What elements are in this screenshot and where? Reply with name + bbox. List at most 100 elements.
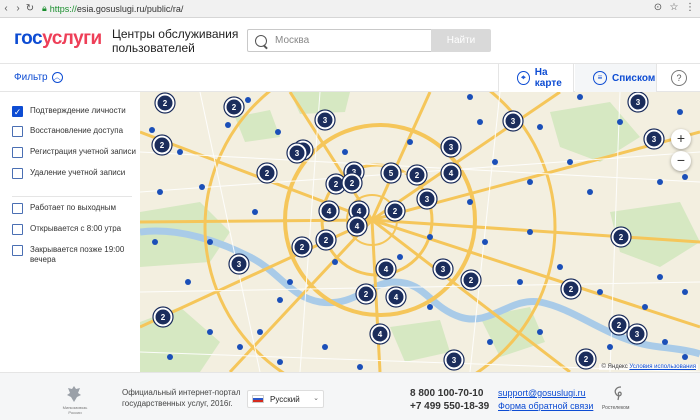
office-point-marker[interactable] [245, 97, 251, 103]
help-button[interactable]: ? [671, 70, 687, 86]
office-point-marker[interactable] [237, 344, 243, 350]
office-cluster-marker[interactable]: 3 [286, 142, 308, 164]
reload-icon[interactable]: ↻ [24, 2, 36, 16]
office-point-marker[interactable] [427, 304, 433, 310]
office-point-marker[interactable] [252, 209, 258, 215]
office-cluster-marker[interactable]: 4 [369, 323, 391, 345]
office-point-marker[interactable] [577, 94, 583, 100]
office-cluster-marker[interactable]: 2 [384, 200, 406, 222]
filter-opens-8am[interactable]: Открывается с 8:00 утра [12, 224, 140, 235]
filter-closes-after-19[interactable]: Закрывается позже 19:00 вечера [12, 245, 140, 265]
forward-icon[interactable]: › [12, 2, 24, 16]
office-point-marker[interactable] [185, 279, 191, 285]
office-point-marker[interactable] [277, 359, 283, 365]
office-cluster-marker[interactable]: 4 [440, 162, 462, 184]
office-point-marker[interactable] [477, 119, 483, 125]
office-point-marker[interactable] [492, 159, 498, 165]
tab-list[interactable]: ≡ Списком [575, 64, 657, 92]
checkbox[interactable] [12, 224, 23, 235]
menu-icon[interactable]: ⋮ [684, 2, 696, 14]
office-cluster-marker[interactable]: 2 [291, 236, 313, 258]
office-cluster-marker[interactable]: 2 [152, 306, 174, 328]
office-point-marker[interactable] [277, 297, 283, 303]
office-point-marker[interactable] [517, 279, 523, 285]
back-icon[interactable]: ‹ [0, 2, 12, 16]
office-point-marker[interactable] [527, 229, 533, 235]
filter-account-registration[interactable]: Регистрация учетной записи [12, 147, 140, 158]
office-cluster-marker[interactable]: 2 [406, 164, 428, 186]
office-point-marker[interactable] [487, 339, 493, 345]
office-cluster-marker[interactable]: 3 [432, 258, 454, 280]
office-point-marker[interactable] [167, 354, 173, 360]
search-field[interactable] [247, 29, 433, 52]
office-point-marker[interactable] [427, 234, 433, 240]
office-point-marker[interactable] [342, 149, 348, 155]
office-point-marker[interactable] [597, 289, 603, 295]
office-cluster-marker[interactable]: 4 [375, 258, 397, 280]
office-point-marker[interactable] [467, 94, 473, 100]
support-email-link[interactable]: support@gosuslugi.ru [498, 387, 593, 400]
gosuslugi-logo[interactable]: госуслуги [14, 28, 102, 50]
office-point-marker[interactable] [407, 139, 413, 145]
location-icon[interactable]: ⊙ [652, 2, 664, 14]
office-point-marker[interactable] [357, 364, 363, 370]
filter-account-deletion[interactable]: Удаление учетной записи [12, 168, 140, 179]
bookmark-star-icon[interactable]: ☆ [668, 2, 680, 14]
office-cluster-marker[interactable]: 3 [626, 323, 648, 345]
office-cluster-marker[interactable]: 2 [608, 314, 630, 336]
checkbox[interactable] [12, 147, 23, 158]
map-view[interactable]: 22232232352432234424223432424333322223 +… [140, 92, 700, 372]
checkbox[interactable] [12, 168, 23, 179]
office-cluster-marker[interactable]: 2 [341, 172, 363, 194]
office-point-marker[interactable] [682, 354, 688, 360]
office-cluster-marker[interactable]: 2 [355, 283, 377, 305]
office-cluster-marker[interactable]: 2 [560, 278, 582, 300]
tab-map[interactable]: ⌖ На карте [498, 64, 574, 92]
phone-2[interactable]: +7 499 550-18-39 [410, 400, 489, 413]
office-cluster-marker[interactable]: 2 [610, 226, 632, 248]
filter-weekends[interactable]: Работает по выходным [12, 203, 140, 214]
checkbox[interactable] [12, 203, 23, 214]
office-cluster-marker[interactable]: 3 [443, 349, 465, 371]
office-point-marker[interactable] [617, 119, 623, 125]
office-cluster-marker[interactable]: 2 [154, 92, 176, 114]
office-point-marker[interactable] [199, 184, 205, 190]
office-point-marker[interactable] [152, 239, 158, 245]
office-point-marker[interactable] [225, 122, 231, 128]
office-cluster-marker[interactable]: 3 [228, 253, 250, 275]
zoom-out-button[interactable]: − [671, 151, 691, 171]
zoom-in-button[interactable]: + [671, 129, 691, 149]
filter-identity-verification[interactable]: ✓ Подтверждение личности [12, 106, 140, 117]
office-point-marker[interactable] [332, 259, 338, 265]
office-point-marker[interactable] [682, 174, 688, 180]
office-cluster-marker[interactable]: 3 [314, 109, 336, 131]
office-point-marker[interactable] [677, 109, 683, 115]
office-point-marker[interactable] [537, 329, 543, 335]
filter-access-recovery[interactable]: Восстановление доступа [12, 126, 140, 137]
office-point-marker[interactable] [642, 304, 648, 310]
phone-1[interactable]: 8 800 100-70-10 [410, 387, 489, 400]
office-point-marker[interactable] [257, 329, 263, 335]
office-point-marker[interactable] [567, 159, 573, 165]
office-point-marker[interactable] [287, 279, 293, 285]
office-point-marker[interactable] [607, 344, 613, 350]
office-cluster-marker[interactable]: 2 [151, 134, 173, 156]
office-cluster-marker[interactable]: 2 [315, 229, 337, 251]
office-cluster-marker[interactable]: 2 [460, 269, 482, 291]
office-point-marker[interactable] [177, 149, 183, 155]
office-point-marker[interactable] [482, 239, 488, 245]
office-cluster-marker[interactable]: 4 [346, 215, 368, 237]
office-cluster-marker[interactable]: 3 [643, 128, 665, 150]
office-point-marker[interactable] [682, 289, 688, 295]
office-point-marker[interactable] [275, 129, 281, 135]
office-cluster-marker[interactable]: 4 [385, 286, 407, 308]
checkbox-checked[interactable]: ✓ [12, 106, 23, 117]
checkbox[interactable] [12, 126, 23, 137]
office-point-marker[interactable] [657, 274, 663, 280]
office-point-marker[interactable] [662, 339, 668, 345]
search-input[interactable] [275, 35, 425, 46]
office-cluster-marker[interactable]: 3 [416, 188, 438, 210]
office-cluster-marker[interactable]: 3 [440, 136, 462, 158]
feedback-form-link[interactable]: Форма обратной связи [498, 400, 593, 413]
office-point-marker[interactable] [397, 254, 403, 260]
